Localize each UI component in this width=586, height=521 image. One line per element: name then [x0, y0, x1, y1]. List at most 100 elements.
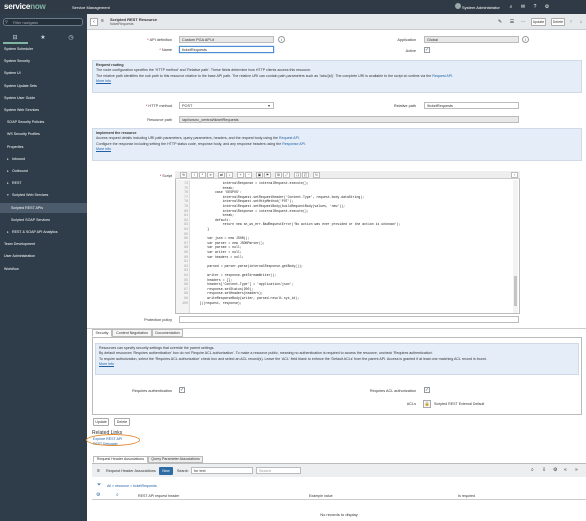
down-arrow-icon[interactable]: ↓ — [577, 18, 585, 26]
sidebar-item[interactable]: Team Development — [0, 239, 87, 249]
lock-icon[interactable]: 🔒 — [423, 400, 431, 408]
search-icon[interactable]: ⌕ — [531, 467, 534, 473]
nav-first-icon[interactable]: « — [564, 467, 567, 473]
name-field[interactable]: ticketRequests — [179, 46, 274, 53]
chat-icon[interactable]: ✉ — [520, 4, 526, 10]
sidebar-item[interactable]: ▸ REST & SOAP API Analytics — [0, 227, 87, 237]
sidebar-item[interactable]: Scripted SOAP Services — [0, 215, 87, 225]
favorites-star-icon[interactable]: ★ — [38, 34, 48, 42]
more-options-icon[interactable]: ⋯ — [519, 18, 527, 26]
snippet-icon[interactable]: ❏ — [294, 172, 301, 178]
uncomment-icon[interactable]: * — [199, 172, 206, 178]
more-info-link[interactable]: More info — [96, 147, 578, 153]
resource-path-field[interactable]: /api/snsnc_central/ticketRequests — [179, 116, 519, 123]
user-menu[interactable]: System Administrator — [462, 5, 500, 10]
more-info-link[interactable]: More info — [99, 362, 575, 368]
active-checkbox[interactable]: ✓ — [424, 47, 430, 53]
toggle-syntax-icon[interactable]: ⟲ — [180, 172, 187, 178]
menu-icon[interactable]: ≡ — [101, 18, 104, 24]
sidebar-item[interactable]: System Web Services — [0, 105, 87, 115]
attachment-icon[interactable]: ⇩ — [542, 467, 546, 473]
sidebar-item[interactable]: System Update Sets — [0, 81, 87, 91]
info-icon[interactable]: i — [278, 36, 285, 43]
all-apps-icon[interactable]: ⊟ — [10, 34, 20, 42]
new-button[interactable]: New — [159, 467, 173, 475]
gear-icon[interactable]: ⚙ — [544, 4, 550, 10]
gear-icon[interactable]: ⚙ — [553, 467, 557, 473]
search-icon[interactable]: ⌕ — [508, 4, 514, 10]
macro-icon[interactable]: ◰ — [302, 172, 309, 178]
script-tools-icon[interactable]: ⚙ — [275, 172, 282, 178]
search-icon[interactable]: ⌕ — [226, 172, 233, 178]
back-button[interactable]: ‹ — [90, 18, 98, 26]
sidebar-item[interactable]: System User Guide — [0, 93, 87, 103]
delete-button[interactable]: Delete — [551, 18, 565, 26]
expand-icon[interactable]: › — [511, 172, 518, 178]
sidebar-item[interactable]: WS Security Profiles — [0, 129, 87, 139]
debug-icon[interactable]: ⚑ — [264, 172, 271, 178]
http-method-select[interactable]: POST — [179, 102, 274, 109]
filter-breadcrumb[interactable]: All > resource = ticketRequests — [107, 484, 157, 488]
tab-request-header-associations[interactable]: Request Header Associations — [93, 456, 148, 463]
column-search-icon[interactable]: ⌕ — [116, 492, 119, 498]
replace-icon[interactable]: ⇄ — [218, 172, 225, 178]
sidebar-item[interactable]: System Security — [0, 56, 87, 66]
servicenow-logo[interactable]: servicenow — [4, 2, 46, 11]
scrollbar-thumb[interactable] — [514, 276, 517, 306]
attachment-icon[interactable]: ✎ — [496, 18, 504, 26]
update-button[interactable]: Update — [531, 18, 546, 26]
comment-icon[interactable]: / — [191, 172, 198, 178]
filter-funnel-icon[interactable]: ⏷ — [97, 482, 101, 488]
col-is-required[interactable]: Is required — [458, 494, 475, 498]
tab-security[interactable]: Security — [92, 329, 112, 337]
search-field-select[interactable]: for text — [191, 467, 253, 474]
requires-authentication-checkbox[interactable]: ✓ — [179, 387, 185, 393]
fullscreen-icon[interactable]: ⤢ — [283, 172, 290, 178]
application-field[interactable]: Global — [424, 36, 519, 43]
list-menu-icon[interactable]: ≡ — [97, 468, 100, 474]
history-clock-icon[interactable]: ◷ — [66, 34, 76, 42]
sidebar-item[interactable]: ▸ REST — [0, 178, 87, 188]
sidebar-item[interactable]: ▾ Scripted Web Services — [0, 190, 87, 200]
request-api-link[interactable]: Request API. — [432, 74, 453, 78]
sidebar-item[interactable]: User Administration — [0, 251, 87, 261]
tab-content-negotiation[interactable]: Content Negotiation — [112, 329, 152, 337]
protection-policy-select[interactable] — [179, 316, 519, 323]
avatar[interactable] — [455, 3, 461, 9]
help-icon[interactable]: ? — [532, 4, 538, 10]
zoom-in-icon[interactable]: + — [237, 172, 244, 178]
sidebar-item[interactable]: System UI — [0, 68, 87, 78]
refresh-icon[interactable]: ↻ — [313, 172, 320, 178]
sidebar-item[interactable]: ▸ Inbound — [0, 154, 87, 164]
sidebar-item[interactable]: SOAP Security Policies — [0, 117, 87, 127]
col-example-value[interactable]: Example value — [309, 494, 333, 498]
zoom-out-icon[interactable]: − — [245, 172, 252, 178]
more-info-link[interactable]: More info — [96, 79, 578, 85]
sidebar-item[interactable]: Workflow — [0, 264, 87, 274]
update-button-bottom[interactable]: Update — [93, 418, 109, 426]
sidebar-item[interactable]: ▸ Outbound — [0, 166, 87, 176]
requires-acl-checkbox[interactable]: ✓ — [424, 387, 430, 393]
filter-navigator-input[interactable]: Filter navigator — [3, 18, 83, 26]
sidebar-item[interactable]: System Scheduler — [0, 44, 87, 54]
tab-query-parameter-associations[interactable]: Query Parameter Associations — [148, 456, 203, 463]
line-number: 81 — [184, 213, 188, 218]
sidebar-item[interactable]: Scripted REST APIs — [0, 202, 87, 213]
tab-documentation[interactable]: Documentation — [152, 329, 183, 337]
up-arrow-icon[interactable]: ↑ — [567, 18, 575, 26]
nav-last-icon[interactable]: » — [575, 467, 578, 473]
settings-sliders-icon[interactable]: ☰ — [508, 18, 516, 26]
relative-path-field[interactable]: /ticketRequests — [424, 102, 519, 109]
search-input[interactable]: Search — [256, 467, 301, 474]
info-icon[interactable]: i — [522, 36, 529, 43]
col-request-header[interactable]: REST API request header — [138, 494, 179, 498]
response-api-link[interactable]: Response API. — [282, 142, 306, 146]
sidebar-item[interactable]: Properties — [0, 142, 87, 152]
api-definition-field[interactable]: Custom PGA API-it — [179, 36, 274, 43]
format-code-icon[interactable]: ≡ — [207, 172, 214, 178]
list-settings-gear-icon[interactable]: ⚙ — [96, 492, 100, 498]
delete-button-bottom[interactable]: Delete — [114, 418, 130, 426]
request-api-link[interactable]: Request API. — [279, 136, 300, 140]
http-method-label: * HTTP method — [145, 104, 172, 108]
save-icon[interactable]: ▣ — [256, 172, 263, 178]
